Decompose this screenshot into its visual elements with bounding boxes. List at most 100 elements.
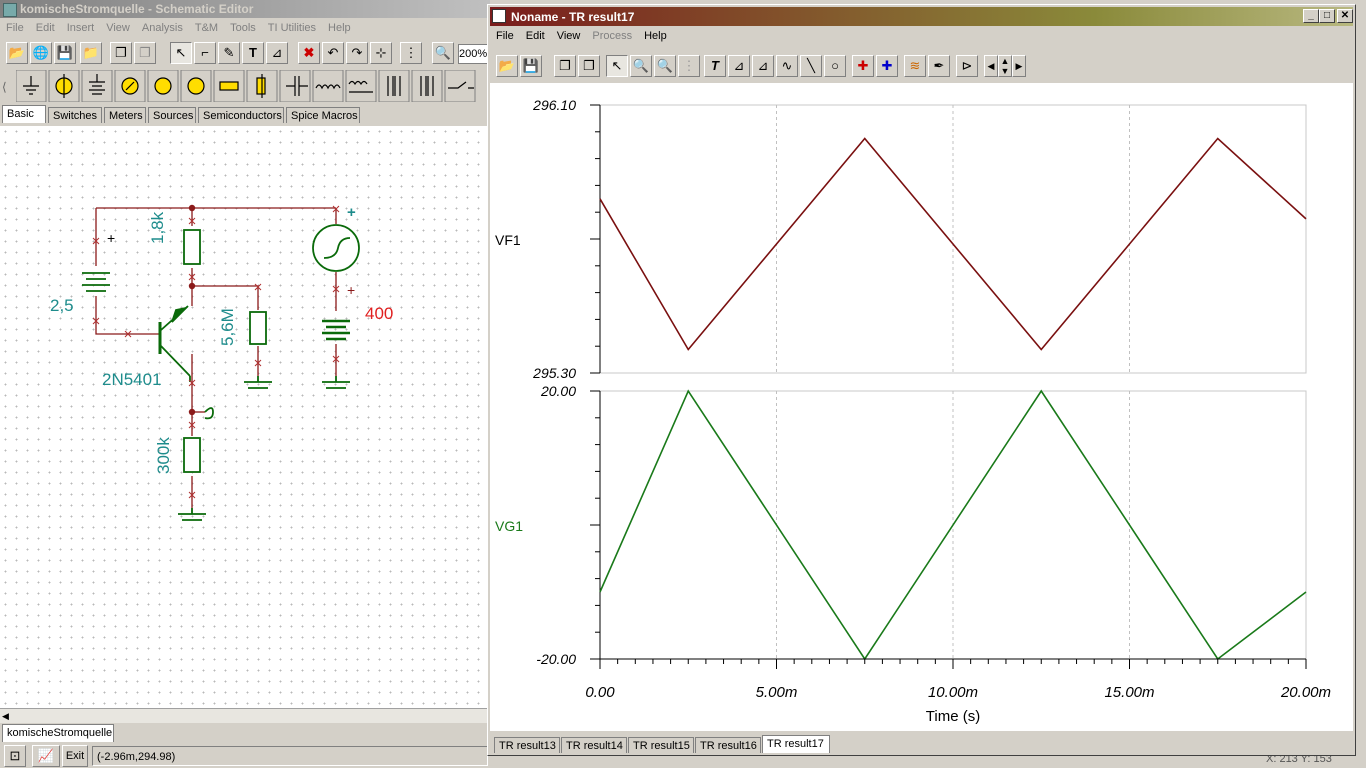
result-window: Noname - TR result17 _ □ ✕ File Edit View P…	[487, 4, 1356, 756]
pen-icon[interactable]: ✒	[928, 55, 950, 77]
x-tick-label: 10.00m	[928, 684, 978, 701]
close-button[interactable]: ✕	[1337, 9, 1353, 23]
transformer2-component-icon[interactable]	[411, 70, 443, 102]
series-label-vf1: VF1	[495, 232, 521, 248]
result-menu-help[interactable]: Help	[638, 27, 673, 45]
cursor-a-icon[interactable]: ✚	[852, 55, 874, 77]
globe-icon[interactable]: 🌐	[30, 42, 52, 64]
tab-tr-result15[interactable]: TR result15	[628, 737, 694, 753]
result-menu-bar: File Edit View Process Help	[490, 27, 1353, 45]
marker-icon[interactable]: ⊿	[728, 55, 750, 77]
schematic-toolbar: 📂 🌐 💾 📁 ❐ ❐ ↖ ⌐ ✎ T ⊿ ✖ ↶ ↷ ⊹ ⋮ 🔍 200%	[0, 40, 492, 66]
tab-tr-result14[interactable]: TR result14	[561, 737, 627, 753]
result-menu-edit[interactable]: Edit	[520, 27, 551, 45]
coupled-inductor-component-icon[interactable]	[345, 70, 377, 102]
arrow-right-icon[interactable]: ▶	[1012, 55, 1026, 77]
schematic-editor-window: komischeStromquelle - Schematic Editor F…	[0, 0, 492, 768]
menu-view[interactable]: View	[100, 19, 136, 37]
source-value-label: 400	[365, 304, 394, 323]
exit-button[interactable]: Exit	[62, 745, 88, 767]
marker2-icon[interactable]: ⊿	[752, 55, 774, 77]
curve-icon[interactable]: ∿	[776, 55, 798, 77]
save-icon[interactable]: 💾	[54, 42, 76, 64]
graph-icon[interactable]: 📈	[32, 745, 60, 767]
paste-icon[interactable]: ❐	[134, 42, 156, 64]
delete-icon[interactable]: ✖	[298, 42, 320, 64]
transistor-label: 2N5401	[102, 370, 162, 389]
menu-file[interactable]: File	[0, 19, 30, 37]
arrow-updown-icon[interactable]: ▲ ▼	[998, 55, 1012, 77]
resistor-bottom-label: 300k	[154, 437, 173, 474]
paste-result-icon[interactable]: ❐	[578, 55, 600, 77]
y-tick-label-min-2: -20.00	[536, 651, 576, 667]
schematic-canvas[interactable]: + + + 2,5 1,8k 5,6M 2N5401 300k 400	[0, 126, 487, 708]
menu-ti-utilities[interactable]: TI Utilities	[262, 19, 322, 37]
scroll-left-icon[interactable]: ⟨	[2, 74, 12, 100]
result-menu-view[interactable]: View	[551, 27, 587, 45]
menu-help[interactable]: Help	[322, 19, 357, 37]
grid-icon[interactable]: ⋮	[400, 42, 422, 64]
chart-area[interactable]: 296.10 295.30 VF1 20.00 -20.00 VG1 0.00 5.00m 10…	[490, 83, 1353, 731]
open-folder-icon[interactable]: 📂	[6, 42, 28, 64]
save-result-icon[interactable]: 💾	[520, 55, 542, 77]
resistor-mid-label: 5,6M	[218, 308, 237, 346]
tab-sources[interactable]: Sources	[148, 107, 196, 123]
circle-tool-icon[interactable]: ○	[824, 55, 846, 77]
cursor-b-icon[interactable]: ✚	[876, 55, 898, 77]
tab-basic[interactable]: Basic	[2, 105, 46, 123]
zoom-in-icon[interactable]: 🔍	[630, 55, 652, 77]
result-title-bar[interactable]: Noname - TR result17 _ □ ✕	[490, 7, 1353, 26]
result-menu-process[interactable]: Process	[586, 27, 638, 45]
tab-switches[interactable]: Switches	[48, 107, 102, 123]
x-tick-label: 5.00m	[756, 684, 798, 701]
text-tool-icon[interactable]: T	[704, 55, 726, 77]
copy-icon[interactable]: ❐	[110, 42, 132, 64]
result-menu-file[interactable]: File	[490, 27, 520, 45]
text-icon[interactable]: T	[242, 42, 264, 64]
maximize-button[interactable]: □	[1319, 9, 1335, 23]
minimize-button[interactable]: _	[1303, 9, 1319, 23]
rotate-right-icon[interactable]: ↷	[346, 42, 368, 64]
series-label-vg1: VG1	[495, 518, 523, 534]
transformer-component-icon[interactable]	[378, 70, 410, 102]
flag-icon[interactable]: ⊳	[956, 55, 978, 77]
y-tick-label-max-1: 296.10	[532, 97, 576, 113]
menu-analysis[interactable]: Analysis	[136, 19, 189, 37]
zoom-icon[interactable]: 🔍	[432, 42, 454, 64]
menu-tm[interactable]: T&M	[189, 19, 224, 37]
zoom-100-icon[interactable]: 🔍	[654, 55, 676, 77]
window-title: komischeStromquelle - Schematic Editor	[20, 2, 254, 16]
schematic-hscrollbar[interactable]: ◀	[0, 708, 487, 723]
tab-tr-result13[interactable]: TR result13	[494, 737, 560, 753]
menu-insert[interactable]: Insert	[61, 19, 101, 37]
x-axis-label: Time (s)	[926, 708, 980, 725]
rotate-left-icon[interactable]: ↶	[322, 42, 344, 64]
tab-tr-result16[interactable]: TR result16	[695, 737, 761, 753]
menu-tools[interactable]: Tools	[224, 19, 262, 37]
mirror-icon[interactable]: ⊹	[370, 42, 392, 64]
arrow-left-icon[interactable]: ◀	[984, 55, 998, 77]
tab-spice-macros[interactable]: Spice Macros	[286, 107, 360, 123]
component-tabs: Basic Switches Meters Sources Semiconduc…	[2, 105, 490, 125]
scroll-left-arrow-icon[interactable]: ◀	[2, 709, 9, 723]
pointer-icon[interactable]: ↖	[606, 55, 628, 77]
tab-meters[interactable]: Meters	[104, 107, 146, 123]
tab-document[interactable]: komischeStromquelle	[2, 724, 114, 742]
open-icon[interactable]: 📂	[496, 55, 518, 77]
menu-edit[interactable]: Edit	[30, 19, 61, 37]
copy-result-icon[interactable]: ❐	[554, 55, 576, 77]
schematic-icon[interactable]: ⊡	[4, 745, 26, 767]
folder-icon[interactable]: 📁	[80, 42, 102, 64]
waves-icon[interactable]: ≋	[904, 55, 926, 77]
component-toolbar: ⟨	[0, 68, 490, 104]
tab-semiconductors[interactable]: Semiconductors	[198, 107, 284, 123]
grid-toggle-icon[interactable]: ⋮	[678, 55, 700, 77]
x-tick-label: 20.00m	[1280, 684, 1331, 701]
select-arrow-icon[interactable]: ↖	[170, 42, 192, 64]
wire-icon[interactable]: ⌐	[194, 42, 216, 64]
schematic-title-bar[interactable]: komischeStromquelle - Schematic Editor	[0, 0, 490, 18]
tab-tr-result17[interactable]: TR result17	[762, 735, 830, 753]
probe-icon[interactable]: ⊿	[266, 42, 288, 64]
pencil-icon[interactable]: ✎	[218, 42, 240, 64]
line-tool-icon[interactable]: ╲	[800, 55, 822, 77]
